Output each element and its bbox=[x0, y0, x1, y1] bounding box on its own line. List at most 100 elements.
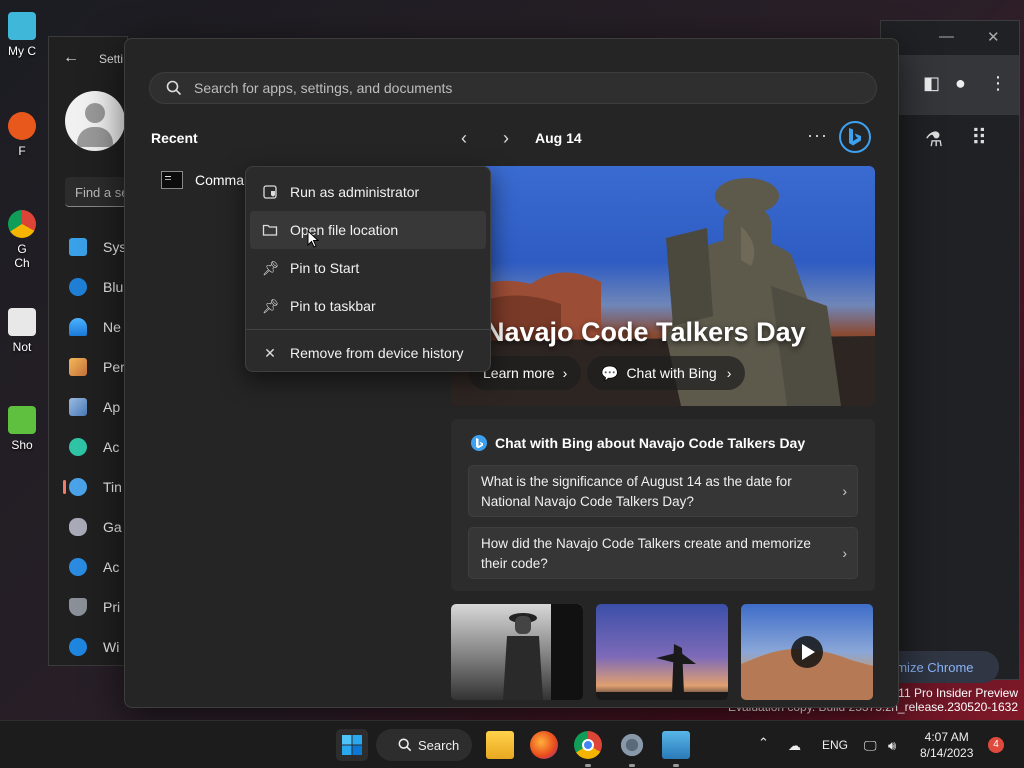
menu-item-label: Pin to Start bbox=[290, 260, 360, 276]
chat-bubble-icon: 💬 bbox=[601, 364, 619, 381]
start-search-box[interactable] bbox=[149, 72, 877, 104]
menu-item-label: Run as administrator bbox=[290, 184, 420, 200]
network-icon[interactable]: 🖵︎ bbox=[864, 738, 877, 754]
menu-item-label: Pin to taskbar bbox=[290, 298, 376, 314]
volume-icon[interactable]: 🔊︎ bbox=[888, 738, 896, 754]
desktop-icon-my-computer[interactable]: My C bbox=[2, 12, 42, 58]
clock-date: 8/14/2023 bbox=[920, 746, 974, 760]
menu-item-remove-from-history[interactable]: ✕ Remove from device history bbox=[250, 334, 486, 372]
chat-card-heading: Chat with Bing about Navajo Code Talkers… bbox=[471, 435, 805, 451]
context-menu: Run as administrator Open file location … bbox=[245, 166, 491, 372]
notification-badge[interactable]: 4 bbox=[988, 737, 1004, 753]
menu-item-run-as-admin[interactable]: Run as administrator bbox=[250, 173, 486, 211]
menu-item-pin-to-taskbar[interactable]: 📌︎ Pin to taskbar bbox=[250, 287, 486, 325]
recent-item-command-prompt[interactable]: Commar bbox=[161, 169, 249, 191]
app-window-icon[interactable] bbox=[662, 731, 690, 759]
menu-item-pin-to-start[interactable]: 📌︎ Pin to Start bbox=[250, 249, 486, 287]
taskbar-search-button[interactable]: Search bbox=[376, 729, 472, 761]
update-icon bbox=[69, 638, 87, 656]
search-icon bbox=[398, 738, 412, 752]
close-icon[interactable]: ✕ bbox=[987, 28, 1000, 46]
desktop-icon-chrome[interactable]: G Ch bbox=[2, 210, 42, 270]
menu-item-open-file-location[interactable]: Open file location bbox=[250, 211, 486, 249]
pin-icon: 📌︎ bbox=[262, 298, 280, 314]
kebab-menu-icon[interactable]: ⋮ bbox=[989, 73, 1007, 94]
settings-nav-label: Pri bbox=[103, 599, 121, 615]
chrome-icon bbox=[8, 210, 36, 238]
chrome-window: — ✕ ◧ ● ⋮ ⚗ ⠿ omize Chrome bbox=[880, 20, 1020, 683]
bing-icon bbox=[471, 435, 487, 451]
gamepad-icon bbox=[69, 518, 87, 536]
minimize-icon[interactable]: — bbox=[939, 28, 954, 45]
desktop-icon-label: Sho bbox=[11, 438, 33, 452]
clock-globe-icon bbox=[69, 478, 87, 496]
search-input[interactable] bbox=[194, 80, 844, 96]
onedrive-icon[interactable]: ☁ bbox=[788, 738, 801, 754]
desktop-icon-firefox[interactable]: F bbox=[2, 112, 42, 158]
thumbnail-image[interactable] bbox=[451, 604, 583, 700]
chrome-icon[interactable] bbox=[574, 731, 602, 759]
learn-more-label: Learn more bbox=[483, 365, 555, 381]
menu-item-label: Remove from device history bbox=[290, 345, 464, 361]
close-icon: ✕ bbox=[264, 345, 276, 361]
bing-chat-button[interactable] bbox=[839, 121, 871, 153]
settings-nav-label: Ga bbox=[103, 519, 122, 535]
chat-with-bing-label: Chat with Bing bbox=[626, 365, 717, 381]
desktop-icon-label: Not bbox=[12, 340, 32, 354]
back-arrow-icon[interactable]: ← bbox=[63, 49, 79, 67]
landscape-video bbox=[741, 636, 873, 700]
side-panel-icon[interactable]: ◧ bbox=[923, 73, 940, 94]
question-text: How did the Navajo Code Talkers create a… bbox=[481, 536, 811, 571]
recent-item-label: Commar bbox=[195, 172, 249, 188]
desktop-icon-notepad[interactable]: Not bbox=[2, 308, 42, 354]
settings-nav-label: Wi bbox=[103, 639, 120, 655]
pin-icon: 📌︎ bbox=[262, 260, 280, 276]
desktop-icon-label: G Ch bbox=[14, 242, 30, 270]
chevron-right-icon: › bbox=[726, 365, 732, 381]
thumbnail-image[interactable] bbox=[596, 604, 728, 700]
windows-logo-icon bbox=[342, 735, 362, 755]
hero-card[interactable]: Navajo Code Talkers Day Learn more › 💬 C… bbox=[451, 166, 875, 406]
wifi-icon bbox=[69, 318, 87, 336]
suggested-question[interactable]: How did the Navajo Code Talkers create a… bbox=[468, 527, 858, 579]
settings-nav-label: Ap bbox=[103, 399, 121, 415]
next-day-button[interactable]: › bbox=[503, 128, 509, 149]
chat-with-bing-button[interactable]: 💬 Chat with Bing › bbox=[587, 356, 746, 390]
chevron-right-icon: › bbox=[562, 365, 568, 381]
desktop-icon-label: My C bbox=[8, 44, 36, 58]
dancer-silhouette bbox=[596, 644, 728, 700]
chevron-up-icon[interactable]: ⌃ bbox=[758, 735, 769, 751]
profile-icon[interactable]: ● bbox=[955, 73, 966, 94]
settings-gear-icon[interactable] bbox=[618, 731, 646, 759]
chat-with-bing-card: Chat with Bing about Navajo Code Talkers… bbox=[451, 419, 875, 591]
question-text: What is the significance of August 14 as… bbox=[481, 474, 792, 509]
chevron-right-icon: › bbox=[842, 545, 847, 561]
desktop-icon-shortcut[interactable]: Sho bbox=[2, 406, 42, 452]
running-indicator bbox=[629, 764, 635, 767]
previous-day-button[interactable]: ‹ bbox=[461, 128, 467, 149]
chrome-new-tab-page: ⚗ ⠿ bbox=[881, 115, 1019, 679]
window-title: Setti bbox=[99, 52, 124, 66]
apps-grid-icon[interactable]: ⠿ bbox=[971, 125, 987, 151]
settings-nav-label: Ac bbox=[103, 439, 120, 455]
settings-nav-label: Blu bbox=[103, 279, 124, 295]
start-button[interactable] bbox=[336, 729, 368, 761]
bing-icon bbox=[849, 128, 861, 146]
language-indicator[interactable]: ENG bbox=[822, 738, 848, 752]
command-prompt-icon bbox=[161, 171, 183, 189]
user-avatar[interactable] bbox=[65, 91, 125, 151]
desktop-icon-label: F bbox=[18, 144, 26, 158]
hero-title: Navajo Code Talkers Day bbox=[485, 317, 806, 347]
monitor-icon bbox=[69, 238, 87, 256]
file-explorer-icon[interactable] bbox=[486, 731, 514, 759]
clock[interactable]: 4:07 AM 8/14/2023 bbox=[920, 729, 973, 761]
more-options-button[interactable]: ··· bbox=[807, 125, 828, 146]
suggested-question[interactable]: What is the significance of August 14 as… bbox=[468, 465, 858, 517]
notepad-icon bbox=[8, 308, 36, 336]
video-thumbnail[interactable] bbox=[741, 604, 873, 700]
firefox-icon[interactable] bbox=[530, 731, 558, 759]
shortcut-icon bbox=[8, 406, 36, 434]
settings-nav-label: Ne bbox=[103, 319, 121, 335]
firefox-icon bbox=[8, 112, 36, 140]
labs-flask-icon[interactable]: ⚗ bbox=[925, 127, 943, 152]
